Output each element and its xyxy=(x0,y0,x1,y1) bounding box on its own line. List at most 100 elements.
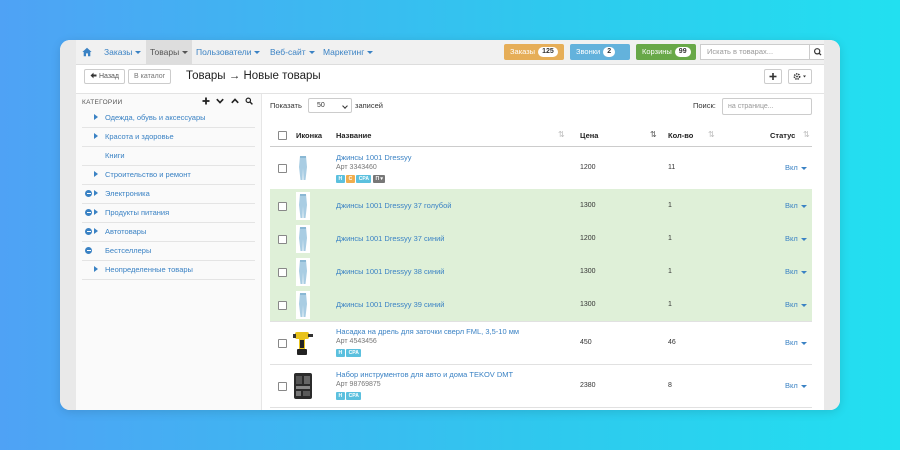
category-item[interactable]: Одежда, обувь и аксессуары xyxy=(82,108,255,128)
nav-marketing[interactable]: Маркетинг xyxy=(319,40,377,64)
product-name-link[interactable]: Джинсы 1001 Dressyy 37 голубой xyxy=(336,201,451,210)
chevron-down-icon xyxy=(800,270,807,274)
col-name[interactable]: Название xyxy=(336,131,371,140)
sort-icon[interactable]: ⇅ xyxy=(708,130,715,139)
minus-circle-icon[interactable] xyxy=(85,227,92,235)
product-thumbnail[interactable] xyxy=(292,328,314,363)
carts-badge-button[interactable]: Корзины 99 xyxy=(636,44,696,60)
row-checkbox[interactable] xyxy=(278,164,287,173)
category-tools xyxy=(200,97,253,107)
table-row[interactable]: Набор инструментов для авто и дома TEKOV… xyxy=(270,364,812,408)
sort-icon[interactable]: ⇅ xyxy=(558,130,565,139)
table-search-input[interactable]: на странице... xyxy=(722,98,812,115)
calls-badge-button[interactable]: Звонки 2 xyxy=(570,44,630,60)
product-tag[interactable]: П ▾ xyxy=(372,175,386,183)
chevron-up-icon[interactable] xyxy=(230,97,239,105)
caret-right-icon[interactable] xyxy=(94,171,98,177)
window-left-gutter xyxy=(60,40,76,410)
to-catalog-button[interactable]: В каталог xyxy=(128,69,172,84)
caret-right-icon[interactable] xyxy=(94,266,98,272)
plus-icon[interactable] xyxy=(202,97,210,105)
home-icon[interactable] xyxy=(82,47,92,57)
row-checkbox[interactable] xyxy=(278,382,287,391)
table-row[interactable]: Джинсы 1001 Dressyy 38 синий 1300 1 Вкл xyxy=(270,255,812,289)
product-tag[interactable]: CPA xyxy=(346,392,362,400)
caret-right-icon[interactable] xyxy=(94,228,98,234)
search-icon[interactable] xyxy=(245,97,253,105)
sort-desc-icon[interactable]: ⇅ xyxy=(650,130,657,139)
table-row[interactable]: Джинсы 1001 Dressyy Арт 3343460 Н С CPA П ▾ 12… xyxy=(270,147,812,190)
product-thumbnail[interactable] xyxy=(292,191,314,226)
col-status[interactable]: Статус xyxy=(770,131,795,140)
category-item[interactable]: Электроника xyxy=(82,184,255,204)
select-all-checkbox[interactable] xyxy=(278,131,287,140)
col-qty[interactable]: Кол-во xyxy=(668,131,693,140)
product-name-link[interactable]: Джинсы 1001 Dressyy 38 синий xyxy=(336,267,444,276)
product-name-link[interactable]: Насадка на дрель для заточки сверл FML, … xyxy=(336,327,519,336)
nav-website[interactable]: Веб-сайт xyxy=(266,40,319,64)
product-tag[interactable]: CPA xyxy=(356,175,372,183)
status-dropdown[interactable]: Вкл xyxy=(785,201,807,210)
product-tag[interactable]: Н xyxy=(336,175,345,183)
product-thumbnail[interactable] xyxy=(292,290,314,325)
search-button[interactable] xyxy=(809,44,824,60)
product-thumbnail[interactable] xyxy=(292,371,314,406)
nav-orders[interactable]: Заказы xyxy=(100,40,145,64)
category-item[interactable]: Неопределенные товары xyxy=(82,260,255,280)
status-dropdown[interactable]: Вкл xyxy=(785,234,807,243)
back-button[interactable]: Назад xyxy=(84,69,126,84)
product-name-link[interactable]: Джинсы 1001 Dressyy 37 синий xyxy=(336,234,444,243)
category-item[interactable]: Бестселлеры xyxy=(82,241,255,261)
minus-circle-icon[interactable] xyxy=(85,189,92,197)
nav-products[interactable]: Товары xyxy=(146,40,193,64)
row-checkbox[interactable] xyxy=(278,339,287,348)
minus-circle-icon[interactable] xyxy=(85,246,92,254)
col-price[interactable]: Цена xyxy=(580,131,598,140)
row-checkbox[interactable] xyxy=(278,202,287,211)
chevron-down-icon[interactable] xyxy=(216,97,224,105)
row-checkbox[interactable] xyxy=(278,301,287,310)
category-item[interactable]: Красота и здоровье xyxy=(82,127,255,147)
orders-badge-button[interactable]: Заказы 125 xyxy=(504,44,564,60)
product-tag[interactable]: Н xyxy=(336,349,345,357)
product-thumbnail[interactable] xyxy=(292,224,314,259)
category-item[interactable]: Строительство и ремонт xyxy=(82,165,255,185)
caret-right-icon[interactable] xyxy=(94,133,98,139)
settings-dropdown-button[interactable] xyxy=(788,69,812,84)
row-checkbox[interactable] xyxy=(278,268,287,277)
caret-right-icon[interactable] xyxy=(94,114,98,120)
product-search-input[interactable]: Искать в товарах... xyxy=(700,44,810,60)
product-name-link[interactable]: Джинсы 1001 Dressyy xyxy=(336,153,412,162)
status-dropdown[interactable]: Вкл xyxy=(785,338,807,347)
product-thumbnail[interactable] xyxy=(292,257,314,292)
table-row[interactable]: Джинсы 1001 Dressyy 39 синий 1300 1 Вкл xyxy=(270,288,812,322)
status-dropdown[interactable]: Вкл xyxy=(785,163,807,172)
caret-right-icon[interactable] xyxy=(94,190,98,196)
product-tag[interactable]: CPA xyxy=(346,349,362,357)
category-label: Книги xyxy=(105,151,125,160)
nav-users[interactable]: Пользователи xyxy=(192,40,264,64)
product-name-link[interactable]: Джинсы 1001 Dressyy 39 синий xyxy=(336,300,444,309)
categories-heading: КАТЕГОРИИ xyxy=(82,99,123,106)
caret-right-icon[interactable] xyxy=(94,209,98,215)
table-row[interactable]: Насадка на дрель для заточки сверл FML, … xyxy=(270,321,812,365)
status-dropdown[interactable]: Вкл xyxy=(785,381,807,390)
table-row[interactable]: Джинсы 1001 Dressyy 37 синий 1200 1 Вкл xyxy=(270,222,812,256)
product-sku: Арт 4543456 xyxy=(336,338,377,345)
status-dropdown[interactable]: Вкл xyxy=(785,267,807,276)
category-item[interactable]: Продукты питания xyxy=(82,203,255,223)
category-item[interactable]: Автотовары xyxy=(82,222,255,242)
status-dropdown[interactable]: Вкл xyxy=(785,300,807,309)
minus-circle-icon[interactable] xyxy=(85,208,92,216)
product-name-link[interactable]: Набор инструментов для авто и дома TEKOV… xyxy=(336,370,513,379)
row-checkbox[interactable] xyxy=(278,235,287,244)
product-tag[interactable]: С xyxy=(346,175,355,183)
page-size-select[interactable]: 50 xyxy=(308,98,352,113)
product-thumbnail[interactable] xyxy=(292,153,314,188)
product-price: 1300 xyxy=(580,202,596,209)
category-item[interactable]: Книги xyxy=(82,146,255,166)
table-row[interactable]: Джинсы 1001 Dressyy 37 голубой 1300 1 Вкл xyxy=(270,189,812,223)
product-tag[interactable]: Н xyxy=(336,392,345,400)
add-product-button[interactable] xyxy=(764,69,782,84)
sort-icon[interactable]: ⇅ xyxy=(803,130,810,139)
